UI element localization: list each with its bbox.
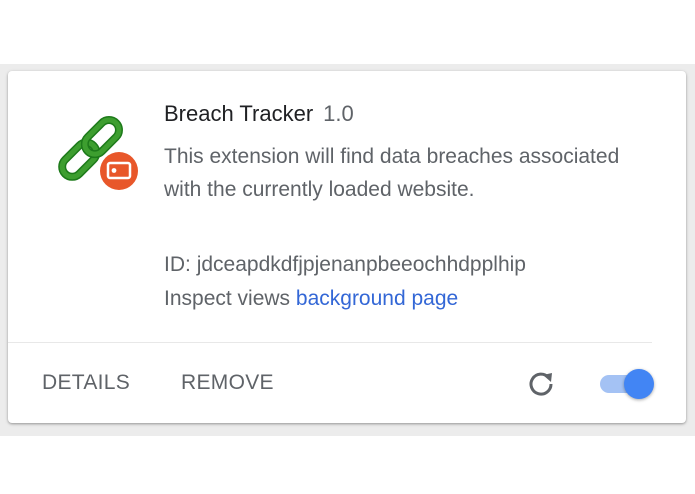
card-divider <box>8 342 652 343</box>
extension-id-label: ID: <box>164 253 191 276</box>
inspect-views-label: Inspect views <box>164 287 291 310</box>
background-page-link[interactable]: background page <box>296 287 458 310</box>
reload-icon[interactable] <box>524 367 558 401</box>
details-button[interactable]: DETAILS <box>42 363 130 403</box>
remove-button[interactable]: REMOVE <box>181 363 274 403</box>
extension-card: Breach Tracker 1.0 This extension will fi… <box>8 71 686 423</box>
extension-description: This extension will find data breaches a… <box>164 145 620 201</box>
extension-title-row: Breach Tracker 1.0 <box>164 99 664 129</box>
enable-toggle[interactable] <box>598 368 656 400</box>
chain-link-icon <box>52 107 138 193</box>
toggle-knob <box>624 369 654 399</box>
extension-info: Breach Tracker 1.0 This extension will fi… <box>164 99 664 316</box>
extension-version: 1.0 <box>323 101 354 126</box>
extension-name: Breach Tracker <box>164 101 314 126</box>
extension-id-value: jdceapdkdfjpjenanpbeeochhdpplhip <box>196 253 526 276</box>
extension-id-line: ID: jdceapdkdfjpjenanpbeeochhdpplhip <box>164 248 664 282</box>
inspect-views-line: Inspect views background page <box>164 282 664 316</box>
